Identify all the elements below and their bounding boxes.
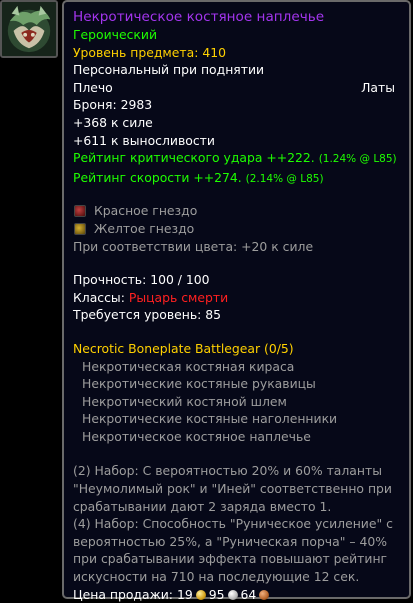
gold-amount: 19 bbox=[176, 586, 193, 602]
item-slot: Плечо bbox=[73, 79, 113, 95]
copper-coin-icon bbox=[259, 589, 270, 600]
slot-row: Плечо Латы bbox=[73, 79, 401, 97]
copper-amount: 64 bbox=[240, 586, 257, 602]
item-durability: Прочность: 100 / 100 bbox=[73, 272, 210, 288]
item-classes: Классы: Рыцарь смерти bbox=[73, 289, 401, 307]
classes-label: Классы: bbox=[73, 289, 125, 305]
socket-yellow-label: Желтое гнездо bbox=[94, 220, 195, 236]
item-armor: Броня: 2983 bbox=[73, 97, 153, 113]
set-item: Некротические костяные наголенники bbox=[82, 411, 338, 427]
rating-haste: Рейтинг скорости ++274. (2.14% @ L85) bbox=[73, 169, 401, 189]
set-name: Necrotic Boneplate Battlegear (0/5) bbox=[73, 340, 294, 356]
set-bonus-4: (4) Набор: Способность "Руническое усиле… bbox=[73, 516, 393, 585]
set-item: Некротические костяные рукавицы bbox=[82, 376, 316, 392]
silver-coin-icon bbox=[227, 589, 238, 600]
item-binding: Персональный при поднятии bbox=[73, 62, 265, 78]
yellow-socket-icon bbox=[74, 222, 86, 235]
item-name: Некротическое костяное наплечье bbox=[73, 9, 325, 25]
set-item: Некротический костяной шлем bbox=[82, 393, 287, 409]
socket-red[interactable]: Красное гнездо bbox=[73, 202, 401, 220]
rating-haste-detail: (2.14% @ L85) bbox=[245, 172, 324, 185]
classes-value: Рыцарь смерти bbox=[128, 289, 229, 305]
item-tooltip: Некротическое костяное наплечье Героичес… bbox=[62, 0, 411, 602]
set-bonus-2: (2) Набор: С вероятностью 20% и 60% тала… bbox=[73, 463, 392, 514]
item-armor-type: Латы bbox=[361, 79, 395, 95]
silver-amount: 95 bbox=[208, 586, 225, 602]
sell-price: Цена продажи: 19 95 64 bbox=[73, 586, 401, 603]
gold-coin-icon bbox=[195, 589, 206, 600]
rating-crit-detail: (1.24% @ L85) bbox=[318, 153, 397, 166]
rating-crit-text: Рейтинг критического удара ++222. bbox=[73, 150, 315, 166]
stat-strength: +368 к силе bbox=[73, 114, 153, 130]
item-level: Уровень предмета: 410 bbox=[73, 44, 226, 60]
item-quality: Героический bbox=[73, 27, 158, 42]
stat-stamina: +611 к выносливости bbox=[73, 132, 215, 148]
shoulder-armor-icon bbox=[2, 2, 56, 56]
required-level: Требуется уровень: 85 bbox=[73, 307, 222, 323]
rating-crit: Рейтинг критического удара ++222. (1.24%… bbox=[73, 149, 401, 169]
set-item: Некротическая костяная кираса bbox=[82, 358, 295, 374]
socket-yellow[interactable]: Желтое гнездо bbox=[73, 220, 401, 238]
socket-bonus: При соответствии цвета: +20 к силе bbox=[73, 238, 314, 254]
item-icon[interactable] bbox=[0, 0, 58, 58]
sell-price-label: Цена продажи: bbox=[73, 586, 173, 602]
socket-red-label: Красное гнездо bbox=[94, 203, 198, 219]
red-socket-icon bbox=[74, 205, 86, 218]
rating-haste-text: Рейтинг скорости ++274. bbox=[73, 169, 242, 185]
set-item: Некротическое костяное наплечье bbox=[82, 428, 311, 444]
